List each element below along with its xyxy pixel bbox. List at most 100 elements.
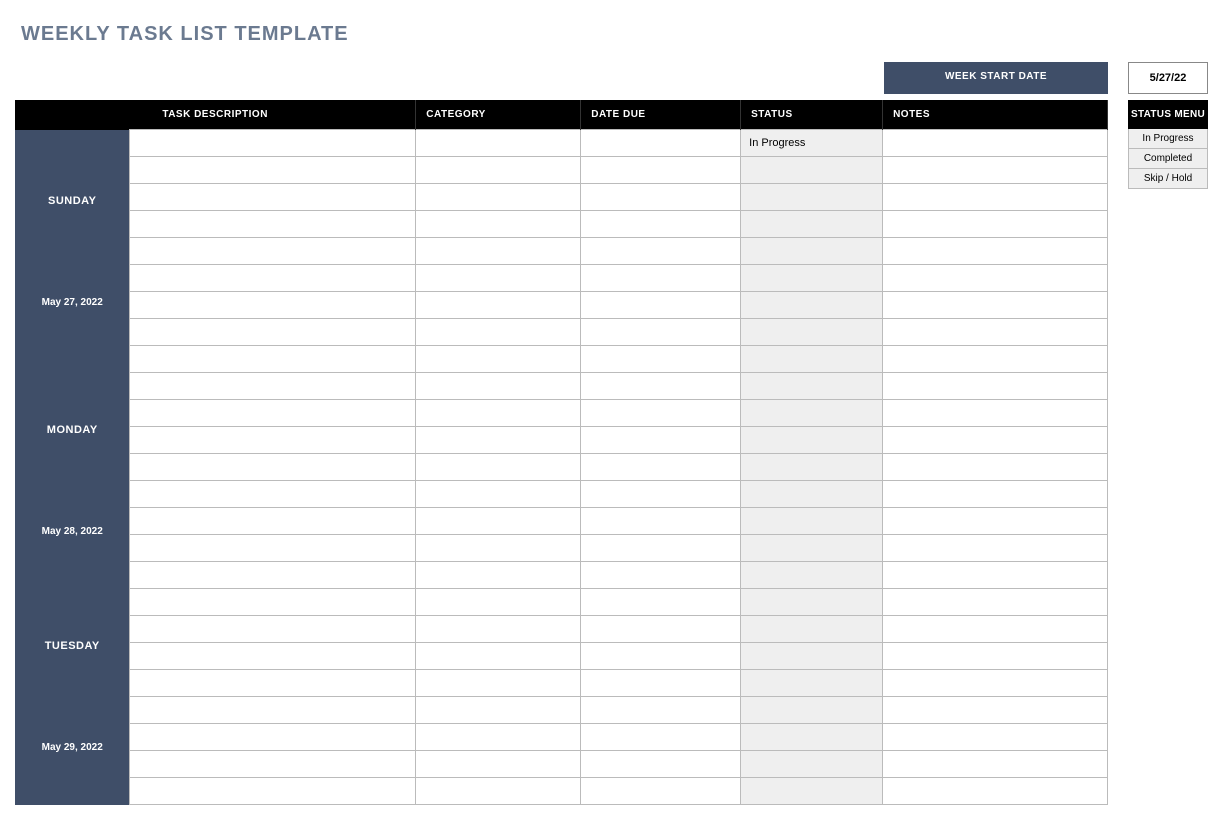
notes-cell[interactable] xyxy=(883,238,1108,265)
task-cell[interactable] xyxy=(130,373,416,400)
category-cell[interactable] xyxy=(416,319,581,346)
status-cell[interactable] xyxy=(741,319,883,346)
category-cell[interactable] xyxy=(416,373,581,400)
status-cell[interactable] xyxy=(741,616,883,643)
due-cell[interactable] xyxy=(581,670,741,697)
due-cell[interactable] xyxy=(581,481,741,508)
status-cell[interactable] xyxy=(741,778,883,805)
notes-cell[interactable] xyxy=(883,724,1108,751)
task-cell[interactable] xyxy=(130,535,416,562)
category-cell[interactable] xyxy=(416,346,581,373)
due-cell[interactable] xyxy=(581,211,741,238)
status-cell[interactable] xyxy=(741,751,883,778)
status-cell[interactable] xyxy=(741,697,883,724)
category-cell[interactable] xyxy=(416,157,581,184)
status-cell[interactable] xyxy=(741,589,883,616)
task-cell[interactable] xyxy=(130,778,416,805)
category-cell[interactable] xyxy=(416,778,581,805)
notes-cell[interactable] xyxy=(883,130,1108,157)
category-cell[interactable] xyxy=(416,238,581,265)
task-cell[interactable] xyxy=(130,751,416,778)
due-cell[interactable] xyxy=(581,724,741,751)
category-cell[interactable] xyxy=(416,589,581,616)
task-cell[interactable] xyxy=(130,724,416,751)
task-cell[interactable] xyxy=(130,454,416,481)
due-cell[interactable] xyxy=(581,319,741,346)
category-cell[interactable] xyxy=(416,184,581,211)
notes-cell[interactable] xyxy=(883,643,1108,670)
notes-cell[interactable] xyxy=(883,319,1108,346)
status-cell[interactable] xyxy=(741,157,883,184)
task-cell[interactable] xyxy=(130,157,416,184)
due-cell[interactable] xyxy=(581,238,741,265)
due-cell[interactable] xyxy=(581,400,741,427)
due-cell[interactable] xyxy=(581,265,741,292)
notes-cell[interactable] xyxy=(883,211,1108,238)
notes-cell[interactable] xyxy=(883,562,1108,589)
status-cell[interactable] xyxy=(741,670,883,697)
category-cell[interactable] xyxy=(416,427,581,454)
due-cell[interactable] xyxy=(581,130,741,157)
task-cell[interactable] xyxy=(130,427,416,454)
notes-cell[interactable] xyxy=(883,292,1108,319)
notes-cell[interactable] xyxy=(883,427,1108,454)
notes-cell[interactable] xyxy=(883,751,1108,778)
category-cell[interactable] xyxy=(416,616,581,643)
category-cell[interactable] xyxy=(416,643,581,670)
status-cell[interactable] xyxy=(741,724,883,751)
due-cell[interactable] xyxy=(581,616,741,643)
notes-cell[interactable] xyxy=(883,157,1108,184)
notes-cell[interactable] xyxy=(883,265,1108,292)
due-cell[interactable] xyxy=(581,697,741,724)
due-cell[interactable] xyxy=(581,292,741,319)
due-cell[interactable] xyxy=(581,589,741,616)
status-cell[interactable] xyxy=(741,346,883,373)
category-cell[interactable] xyxy=(416,400,581,427)
category-cell[interactable] xyxy=(416,535,581,562)
due-cell[interactable] xyxy=(581,562,741,589)
task-cell[interactable] xyxy=(130,184,416,211)
task-cell[interactable] xyxy=(130,130,416,157)
category-cell[interactable] xyxy=(416,562,581,589)
category-cell[interactable] xyxy=(416,724,581,751)
notes-cell[interactable] xyxy=(883,589,1108,616)
notes-cell[interactable] xyxy=(883,535,1108,562)
status-cell[interactable] xyxy=(741,292,883,319)
due-cell[interactable] xyxy=(581,346,741,373)
status-cell[interactable] xyxy=(741,535,883,562)
status-cell[interactable] xyxy=(741,643,883,670)
category-cell[interactable] xyxy=(416,265,581,292)
notes-cell[interactable] xyxy=(883,454,1108,481)
task-cell[interactable] xyxy=(130,346,416,373)
category-cell[interactable] xyxy=(416,670,581,697)
due-cell[interactable] xyxy=(581,373,741,400)
status-cell[interactable] xyxy=(741,400,883,427)
due-cell[interactable] xyxy=(581,157,741,184)
notes-cell[interactable] xyxy=(883,481,1108,508)
task-cell[interactable] xyxy=(130,670,416,697)
task-cell[interactable] xyxy=(130,319,416,346)
task-cell[interactable] xyxy=(130,265,416,292)
due-cell[interactable] xyxy=(581,643,741,670)
notes-cell[interactable] xyxy=(883,508,1108,535)
status-cell[interactable] xyxy=(741,454,883,481)
category-cell[interactable] xyxy=(416,481,581,508)
due-cell[interactable] xyxy=(581,535,741,562)
status-cell[interactable] xyxy=(741,481,883,508)
status-cell[interactable] xyxy=(741,373,883,400)
category-cell[interactable] xyxy=(416,211,581,238)
status-cell[interactable] xyxy=(741,184,883,211)
category-cell[interactable] xyxy=(416,751,581,778)
due-cell[interactable] xyxy=(581,751,741,778)
task-cell[interactable] xyxy=(130,508,416,535)
notes-cell[interactable] xyxy=(883,373,1108,400)
notes-cell[interactable] xyxy=(883,184,1108,211)
task-cell[interactable] xyxy=(130,616,416,643)
status-cell[interactable] xyxy=(741,427,883,454)
category-cell[interactable] xyxy=(416,454,581,481)
due-cell[interactable] xyxy=(581,508,741,535)
category-cell[interactable] xyxy=(416,292,581,319)
task-cell[interactable] xyxy=(130,211,416,238)
task-cell[interactable] xyxy=(130,589,416,616)
task-cell[interactable] xyxy=(130,481,416,508)
